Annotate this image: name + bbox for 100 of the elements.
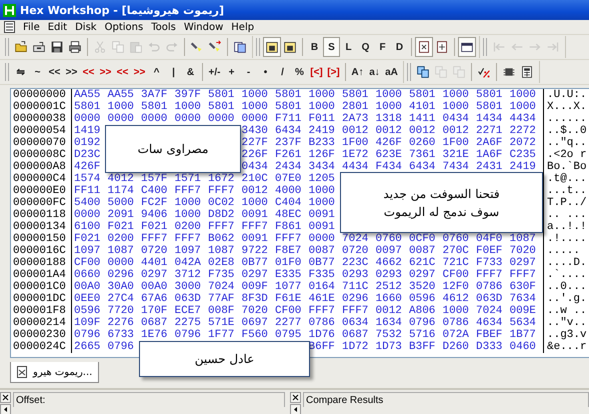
hex-cell-text: FF11 bbox=[74, 185, 102, 197]
close-icon[interactable] bbox=[290, 392, 301, 403]
hex-cell-text: 2A6F bbox=[476, 137, 504, 149]
hex-cell-text: F0EF bbox=[476, 245, 504, 257]
document-tab[interactable]: ريموت هيرو... bbox=[10, 362, 100, 383]
menu-item[interactable]: Disk bbox=[75, 20, 97, 34]
document-icon[interactable] bbox=[4, 21, 15, 33]
toolbar-button[interactable]: B bbox=[306, 37, 323, 57]
ascii-cell: ..'.g. bbox=[543, 293, 587, 305]
hex-cell-text: 227F bbox=[242, 137, 269, 149]
app-logo-icon bbox=[3, 4, 16, 16]
hex-cell-text: 0EE0 bbox=[74, 293, 102, 305]
hex-cell-text: 1000 bbox=[242, 89, 269, 101]
hex-cell-text: 1000 bbox=[308, 197, 336, 209]
offset-cell: 00000230 bbox=[11, 329, 72, 341]
toolbar-button[interactable]: D bbox=[391, 37, 408, 57]
toolbar-button[interactable]: [<] bbox=[308, 62, 325, 82]
toolbar-button[interactable]: + bbox=[223, 62, 240, 82]
arrow-left-icon[interactable] bbox=[0, 404, 11, 414]
toolbar-button[interactable]: • bbox=[257, 62, 274, 82]
close-icon[interactable] bbox=[0, 392, 11, 403]
toolbar-button[interactable]: a↓ bbox=[366, 62, 383, 82]
toolbar-button[interactable]: A↑ bbox=[349, 62, 366, 82]
hex-cell-text: F011 bbox=[308, 113, 336, 125]
toolbar-button[interactable]: ⇋ bbox=[12, 62, 29, 82]
hex-cell-text: C400 bbox=[141, 185, 168, 197]
hex-cell-text: 0192 bbox=[74, 137, 102, 149]
toolbar-button[interactable]: >> bbox=[97, 62, 114, 82]
hex-cell-text: 1000 bbox=[510, 89, 537, 101]
hex-cell-text: 0660 bbox=[74, 269, 102, 281]
hex-cell-text: F735 bbox=[208, 269, 236, 281]
hex-cell-text: AA55 bbox=[74, 89, 102, 101]
toolbar-button[interactable]: << bbox=[114, 62, 131, 82]
hex-cell-text: AA55 bbox=[108, 89, 135, 101]
hex-cell-text: 0460 bbox=[510, 341, 537, 353]
menu-item[interactable]: Options bbox=[104, 20, 144, 34]
toolbar-button[interactable]: aA bbox=[383, 62, 400, 82]
toolbar-button[interactable]: | bbox=[165, 62, 182, 82]
window-icon[interactable] bbox=[458, 37, 476, 57]
hex-cell-text: 109F bbox=[74, 317, 102, 329]
offset-cell: 000001DC bbox=[11, 293, 72, 305]
hex-cell-text: 0795 bbox=[275, 329, 302, 341]
hex-cell-text: 461E bbox=[308, 293, 336, 305]
hex-cell-text: FC2F bbox=[141, 197, 168, 209]
hex-cell-text: 00A0 bbox=[141, 281, 168, 293]
toolbar-button[interactable]: / bbox=[274, 62, 291, 82]
hex-cell-text: 1087 bbox=[510, 233, 537, 245]
toolbar-button[interactable]: L bbox=[340, 37, 357, 57]
hex-cell-text: F733 bbox=[476, 257, 504, 269]
toolbar-button[interactable]: ^ bbox=[148, 62, 165, 82]
hex-cell-text: 1F00 bbox=[342, 137, 370, 149]
document-icon[interactable] bbox=[415, 37, 433, 57]
hex-cell-text: 1000 bbox=[442, 89, 470, 101]
hex-cell-text: 1E72 bbox=[342, 149, 370, 161]
toolbar-button[interactable]: & bbox=[182, 62, 199, 82]
hex-cell-text: 0097 bbox=[376, 245, 403, 257]
toolbar-button[interactable]: >> bbox=[131, 62, 148, 82]
hex-cell-text: 7720 bbox=[108, 305, 135, 317]
menu-item[interactable]: Help bbox=[231, 20, 254, 34]
menu-item[interactable]: Edit bbox=[48, 20, 68, 34]
toolbar-button[interactable]: Q bbox=[357, 37, 374, 57]
hex-cell-text: 1000 bbox=[376, 89, 403, 101]
toolbar-button[interactable]: S bbox=[323, 37, 340, 57]
hex-cell-text: 0012 bbox=[409, 125, 436, 137]
toolbar-button[interactable]: >> bbox=[63, 62, 80, 82]
ascii-cell: ..w .. bbox=[543, 305, 587, 317]
toolbar-button[interactable]: << bbox=[80, 62, 97, 82]
hex-cell-text: 1E76 bbox=[141, 329, 168, 341]
hex-cell-text: FFF7 bbox=[476, 269, 504, 281]
toolbar-button[interactable]: [>] bbox=[325, 62, 342, 82]
toolbar-button[interactable]: ~ bbox=[29, 62, 46, 82]
menu-item[interactable]: Tools bbox=[151, 20, 176, 34]
ascii-cell: .U.U:. bbox=[543, 89, 587, 101]
hex-cell-text: F711 bbox=[275, 113, 302, 125]
offset-cell: 000000A8 bbox=[11, 161, 72, 173]
hex-cell-text: 009E bbox=[510, 305, 537, 317]
hex-cell-text: 1000 bbox=[510, 101, 537, 113]
hex-cell-text: 7024 bbox=[342, 233, 370, 245]
hex-cell-text: 7020 bbox=[242, 305, 269, 317]
hex-cell-text: 7020 bbox=[510, 245, 537, 257]
offset-cell: 00000054 bbox=[11, 125, 72, 137]
menu-item[interactable]: File bbox=[23, 20, 40, 34]
hex-cell-text: CF00 bbox=[442, 269, 470, 281]
hex-cell-text: F8E7 bbox=[275, 245, 302, 257]
toolbar-button[interactable]: +/- bbox=[206, 62, 223, 82]
hex-cell-text: 67A6 bbox=[141, 293, 168, 305]
hex-cell-text: 0012 bbox=[376, 125, 403, 137]
menu-item[interactable]: Window bbox=[184, 20, 224, 34]
hex-cell-text: 0796 bbox=[409, 317, 436, 329]
hex-cell-text: 7434 bbox=[442, 161, 470, 173]
arrow-left-icon[interactable] bbox=[290, 404, 301, 414]
hex-cell-text: 630F bbox=[510, 281, 537, 293]
hex-cell-text: 1419 bbox=[74, 125, 102, 137]
hex-cell-text: 0297 bbox=[409, 269, 436, 281]
toolbar-button[interactable]: F bbox=[374, 37, 391, 57]
hex-cell-text: 1A6F bbox=[476, 149, 504, 161]
toolbar-button[interactable]: - bbox=[240, 62, 257, 82]
toolbar-button[interactable]: % bbox=[291, 62, 308, 82]
toolbar-button[interactable]: << bbox=[46, 62, 63, 82]
hex-cell-text: 04F0 bbox=[476, 233, 504, 245]
